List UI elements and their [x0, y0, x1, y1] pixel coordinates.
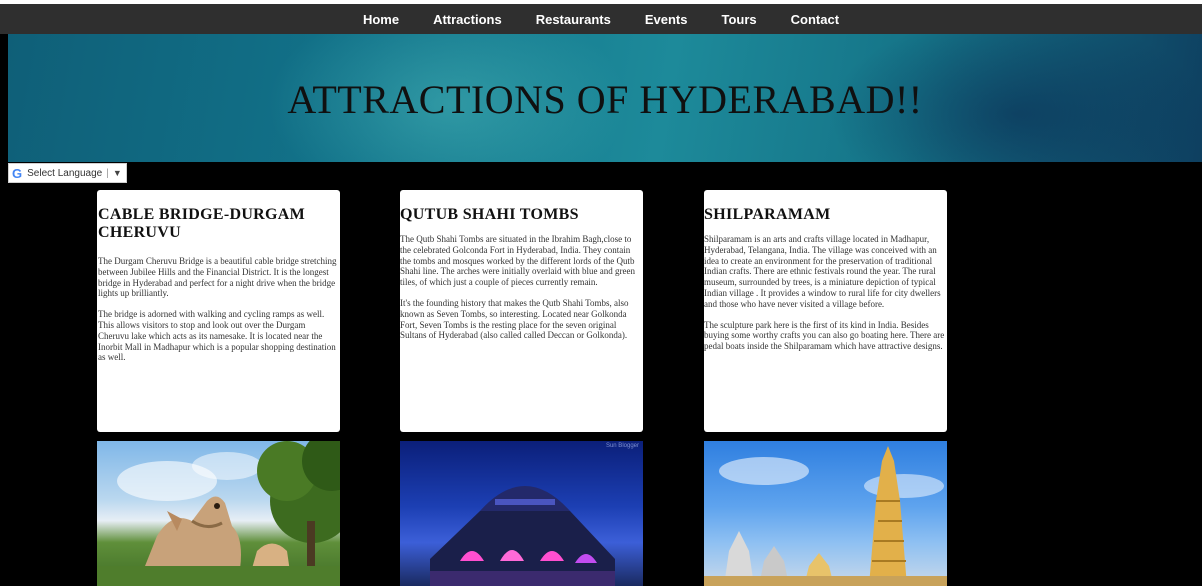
nav-contact[interactable]: Contact — [791, 12, 839, 27]
card-paragraph: The bridge is adorned with walking and c… — [98, 309, 336, 363]
google-g-icon: G — [12, 165, 23, 181]
attraction-card-shilparamam: SHILPARAMAM Shilparamam is an arts and c… — [704, 190, 947, 432]
nav-events[interactable]: Events — [645, 12, 688, 27]
card-paragraph: The Durgam Cheruvu Bridge is a beautiful… — [98, 256, 337, 299]
language-selector[interactable]: G Select Language | ▼ — [8, 163, 127, 183]
card-title: SHILPARAMAM — [704, 206, 831, 223]
attraction-card-cable-bridge: CABLE BRIDGE-DURGAM CHERUVU The Durgam C… — [97, 190, 340, 432]
nav-tours[interactable]: Tours — [721, 12, 756, 27]
nav-attractions[interactable]: Attractions — [433, 12, 502, 27]
qutub-shahi-tombs-photo-art — [430, 486, 615, 586]
top-navbar: Home Attractions Restaurants Events Tour… — [0, 4, 1202, 34]
shilparamam-photo — [704, 441, 947, 586]
card-paragraph: Shilparamam is an arts and crafts villag… — [704, 234, 941, 309]
card-paragraph: The Qutb Shahi Tombs are situated in the… — [400, 234, 636, 288]
card-paragraph: It's the founding history that makes the… — [400, 297, 629, 341]
cable-bridge-photo — [97, 441, 340, 586]
language-selector-label: Select Language — [27, 167, 103, 179]
card-paragraph: The sculpture park here is the first of … — [704, 319, 945, 352]
language-selector-divider: | — [106, 167, 109, 179]
card-title: QUTUB SHAHI TOMBS — [400, 206, 579, 223]
nav-restaurants[interactable]: Restaurants — [536, 12, 611, 27]
cable-bridge-photo-art — [97, 441, 340, 586]
nav-home[interactable]: Home — [363, 12, 399, 27]
shilparamam-photo-art — [704, 446, 947, 586]
page-title: ATTRACTIONS OF HYDERABAD!! — [287, 77, 923, 122]
card-title: CABLE BRIDGE-DURGAM CHERUVU — [98, 206, 306, 241]
attraction-card-qutub-shahi-tombs: QUTUB SHAHI TOMBS The Qutb Shahi Tombs a… — [400, 190, 643, 432]
dropdown-arrow-icon: ▼ — [112, 168, 122, 178]
photo-credit: Sun Blogger — [605, 443, 639, 449]
hero-banner: ATTRACTIONS OF HYDERABAD!! — [8, 34, 1202, 162]
qutub-shahi-tombs-photo: Sun Blogger — [400, 441, 643, 586]
